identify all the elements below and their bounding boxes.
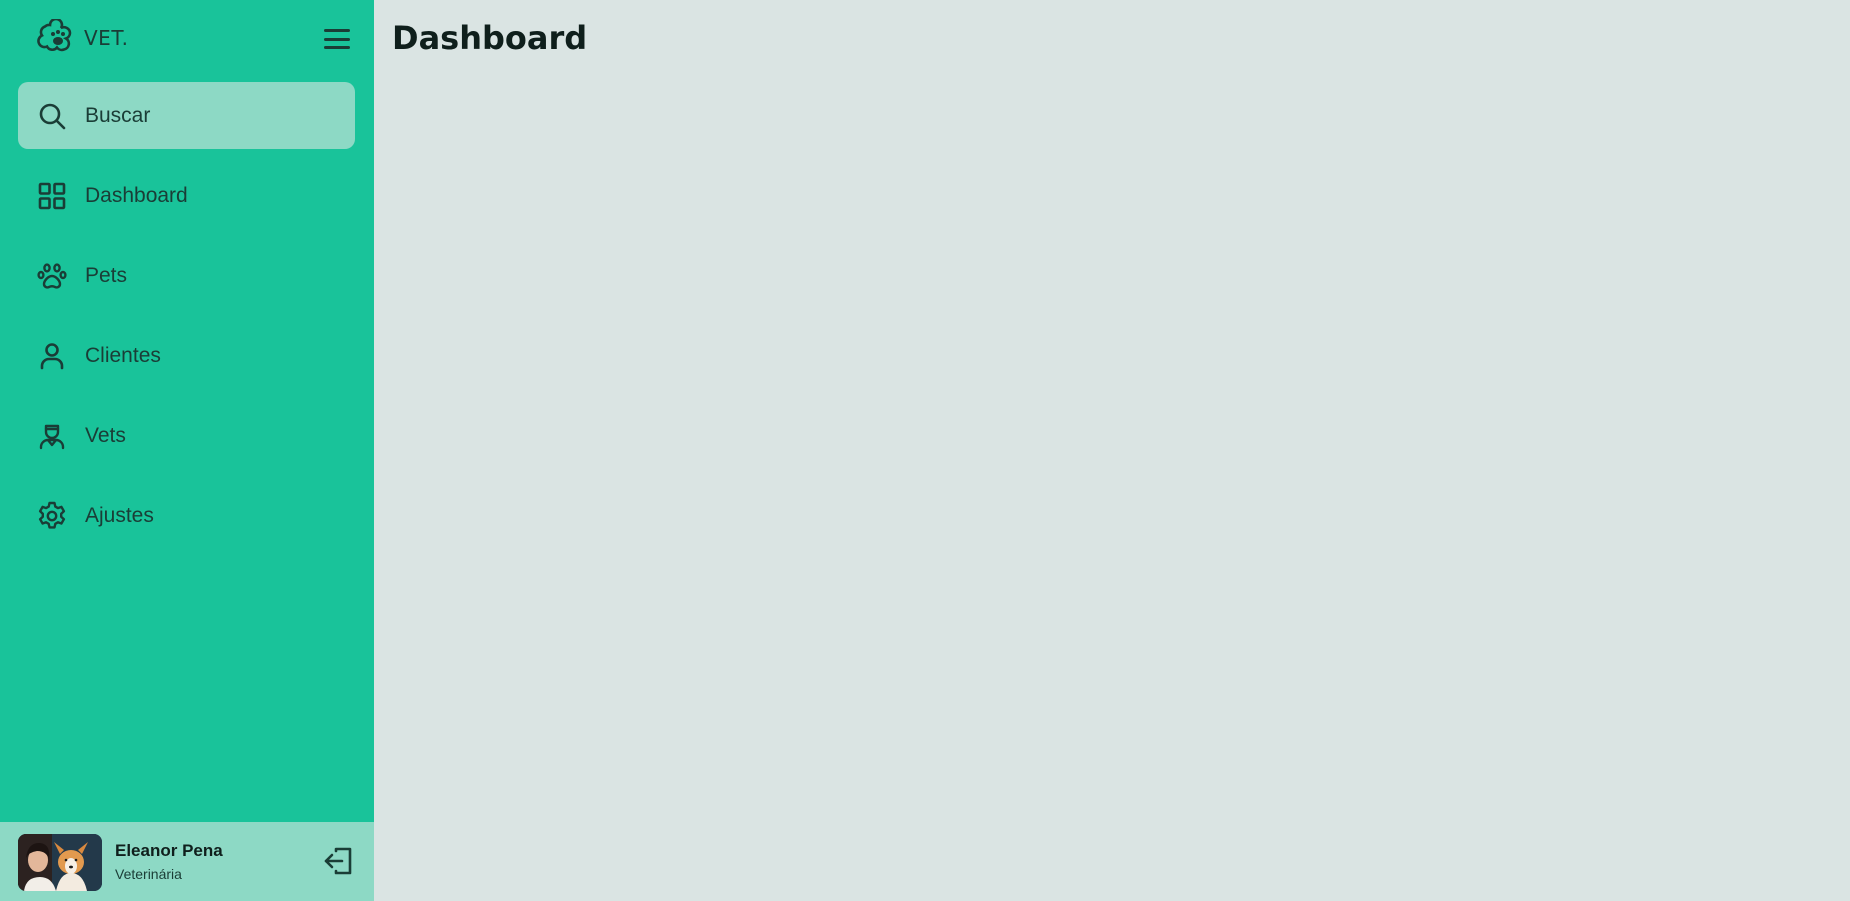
sidebar-item-label: Dashboard [85, 183, 188, 207]
grid-icon [38, 182, 66, 209]
main-content: Dashboard [374, 0, 1850, 901]
logout-button[interactable] [322, 844, 356, 878]
paw-logo-icon [37, 19, 72, 52]
profile-name: Eleanor Pena [115, 841, 223, 860]
sidebar-item-vets[interactable]: Vets [18, 402, 355, 469]
page-title: Dashboard [392, 19, 588, 57]
user-icon [40, 342, 64, 369]
sidebar-item-label: Ajustes [85, 503, 154, 527]
profile-role: Veterinária [115, 866, 182, 882]
sidebar-item-label: Clientes [85, 343, 161, 367]
gear-icon [38, 501, 66, 529]
search-icon [39, 103, 66, 129]
sidebar: VET. Buscar Dashboard Pets Clientes Vets… [0, 0, 374, 901]
sidebar-item-label: Pets [85, 263, 128, 287]
menu-toggle-button[interactable] [322, 26, 352, 52]
sidebar-item-clientes[interactable]: Clientes [18, 322, 355, 389]
hamburger-icon [324, 29, 350, 32]
sidebar-item-pets[interactable]: Pets [18, 242, 355, 309]
brand-name: VET. [84, 26, 129, 50]
vet-icon [39, 424, 65, 449]
avatar[interactable] [18, 834, 102, 891]
brand[interactable]: VET. [36, 18, 129, 58]
sidebar-item-ajustes[interactable]: Ajustes [18, 482, 355, 549]
sidebar-item-buscar[interactable]: Buscar [18, 82, 355, 149]
avatar-photo [18, 834, 102, 891]
paw-icon [37, 262, 67, 289]
logout-icon [324, 847, 352, 875]
sidebar-item-label: Vets [85, 423, 126, 447]
sidebar-item-label: Buscar [85, 103, 151, 127]
sidebar-nav: Buscar Dashboard Pets Clientes Vets Ajus… [18, 82, 355, 562]
sidebar-item-dashboard[interactable]: Dashboard [18, 162, 355, 229]
user-profile: Eleanor Pena Veterinária [0, 822, 374, 901]
